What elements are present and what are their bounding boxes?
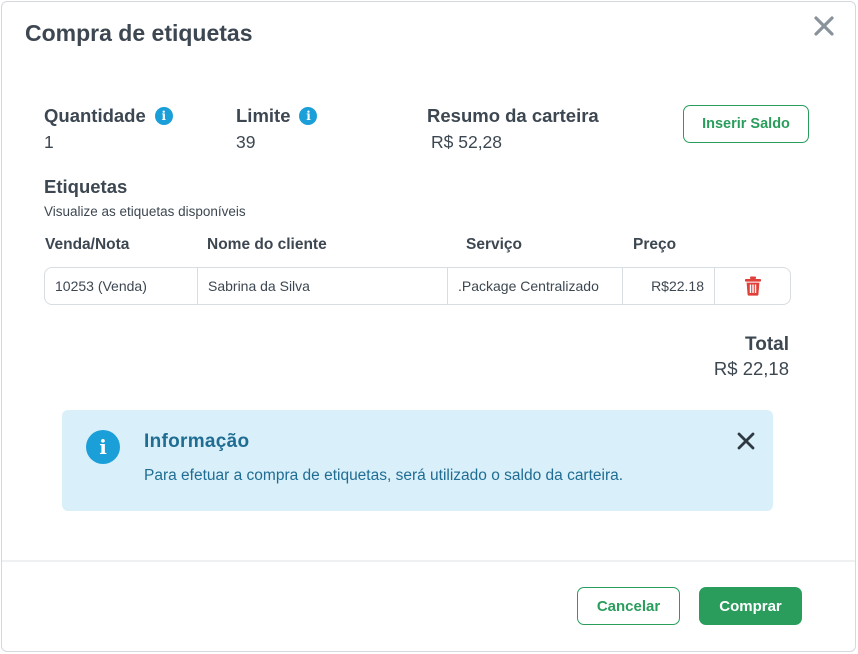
- quantidade-label: Quantidade: [44, 105, 146, 126]
- info-icon[interactable]: i: [154, 107, 173, 125]
- alert-title: Informação: [144, 431, 250, 452]
- modal-title: Compra de etiquetas: [25, 20, 253, 46]
- inserir-saldo-button[interactable]: Inserir Saldo: [683, 105, 809, 143]
- buy-button[interactable]: Comprar: [699, 587, 802, 625]
- column-header-preco: Preço: [633, 236, 677, 253]
- trash-icon[interactable]: [744, 276, 762, 296]
- column-header-nome-cliente: Nome do cliente: [207, 236, 327, 253]
- limite-stat: Limite i 39: [236, 105, 318, 153]
- info-icon: i: [86, 430, 120, 464]
- footer-divider: [2, 560, 855, 562]
- purchase-modal: Compra de etiquetas Quantidade i 1 Limit…: [1, 1, 856, 652]
- total-value: R$ 22,18: [713, 358, 789, 379]
- info-icon[interactable]: i: [299, 107, 318, 125]
- column-header-venda-nota: Venda/Nota: [45, 236, 130, 253]
- info-alert: i Informação Para efetuar a compra de et…: [62, 410, 773, 511]
- cancel-button[interactable]: Cancelar: [577, 587, 680, 625]
- carteira-stat: Resumo da carteira R$ 52,28: [427, 105, 599, 153]
- cell-actions: [715, 268, 790, 304]
- quantidade-value: 1: [44, 132, 54, 152]
- column-header-servico: Serviço: [466, 236, 523, 253]
- alert-text: Para efetuar a compra de etiquetas, será…: [144, 467, 624, 484]
- carteira-value: R$ 52,28: [431, 132, 503, 152]
- cell-cliente: Sabrina da Silva: [198, 268, 448, 304]
- cell-preco: R$22.18: [623, 268, 715, 304]
- total-label: Total: [745, 334, 789, 355]
- etiquetas-subtitle: Visualize as etiquetas disponíveis: [44, 204, 246, 219]
- limite-label: Limite: [236, 105, 291, 126]
- carteira-label: Resumo da carteira: [427, 105, 599, 126]
- close-icon[interactable]: [736, 431, 756, 451]
- limite-value: 39: [236, 132, 256, 152]
- close-icon[interactable]: [812, 14, 836, 38]
- etiquetas-title: Etiquetas: [44, 176, 128, 197]
- table-row: 10253 (Venda) Sabrina da Silva .Package …: [44, 267, 791, 305]
- cell-servico: .Package Centralizado: [448, 268, 623, 304]
- cell-venda-nota: 10253 (Venda): [45, 268, 198, 304]
- quantidade-stat: Quantidade i 1: [44, 105, 173, 153]
